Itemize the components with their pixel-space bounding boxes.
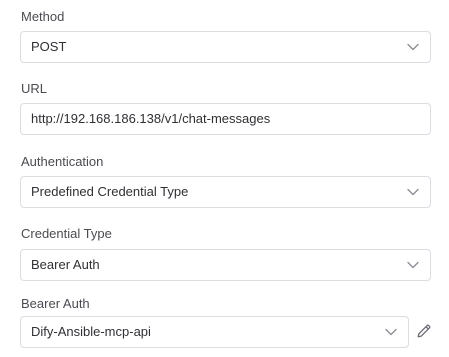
http-request-parameters-panel: Method POST URL http://192.168.186.138/v… bbox=[0, 0, 449, 357]
method-select[interactable]: POST bbox=[20, 31, 431, 63]
bearer-auth-label: Bearer Auth bbox=[21, 296, 90, 311]
edit-credential-button[interactable] bbox=[415, 322, 433, 340]
credential-type-label: Credential Type bbox=[21, 226, 112, 241]
chevron-down-icon bbox=[407, 188, 419, 196]
bearer-auth-value: Dify-Ansible-mcp-api bbox=[31, 324, 151, 339]
url-value: http://192.168.186.138/v1/chat-messages bbox=[31, 111, 271, 126]
method-value: POST bbox=[31, 39, 67, 54]
chevron-down-icon bbox=[407, 43, 419, 51]
authentication-select[interactable]: Predefined Credential Type bbox=[20, 176, 431, 208]
authentication-value: Predefined Credential Type bbox=[31, 184, 189, 199]
pencil-icon bbox=[415, 322, 433, 340]
url-input[interactable]: http://192.168.186.138/v1/chat-messages bbox=[20, 103, 431, 135]
chevron-down-icon bbox=[385, 328, 397, 336]
bearer-auth-credential-select[interactable]: Dify-Ansible-mcp-api bbox=[20, 316, 409, 348]
chevron-down-icon bbox=[407, 261, 419, 269]
credential-type-select[interactable]: Bearer Auth bbox=[20, 249, 431, 281]
method-label: Method bbox=[21, 9, 65, 24]
authentication-label: Authentication bbox=[21, 154, 104, 169]
url-label: URL bbox=[21, 81, 48, 96]
credential-type-value: Bearer Auth bbox=[31, 257, 100, 272]
